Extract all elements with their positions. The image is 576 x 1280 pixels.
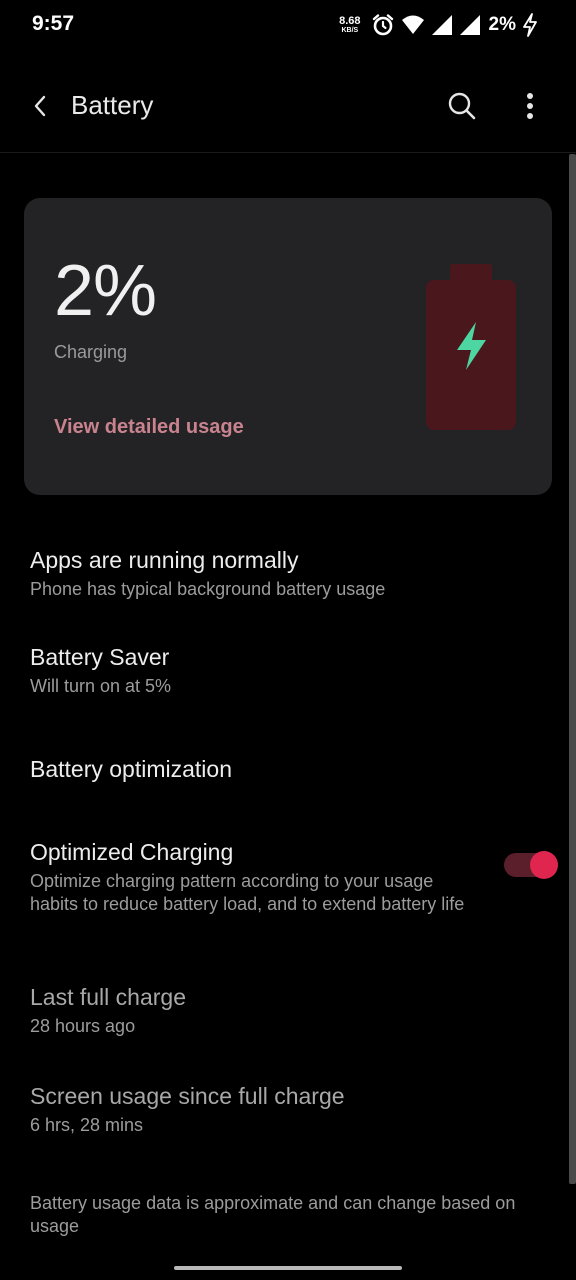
toggle-thumb	[530, 851, 558, 879]
battery-saver-subtitle: Will turn on at 5%	[30, 676, 172, 696]
app-bar: Battery	[0, 60, 576, 152]
battery-usage-note: Battery usage data is approximate and ca…	[30, 1193, 516, 1236]
battery-optimization-title: Battery optimization	[30, 756, 232, 782]
app-bar-divider	[0, 152, 576, 153]
signal-icon	[431, 15, 452, 35]
screen-usage-item: Screen usage since full charge 6 hrs, 28…	[30, 1082, 500, 1137]
status-bar: 9:57 8.68 KB/S 2%	[0, 0, 576, 50]
search-button[interactable]	[440, 84, 484, 128]
charging-status: Charging	[54, 342, 128, 362]
scrollbar[interactable]	[569, 154, 576, 1184]
network-speed-value: 8.68	[339, 15, 361, 27]
last-full-charge-item: Last full charge 28 hours ago	[30, 983, 500, 1038]
battery-percent-large: 2%	[54, 251, 157, 331]
more-options-button[interactable]	[510, 84, 550, 128]
back-button[interactable]	[22, 86, 58, 126]
signal-icon	[459, 15, 480, 35]
status-battery-percent: 2%	[488, 14, 516, 35]
apps-running-title: Apps are running normally	[30, 547, 299, 573]
apps-running-subtitle: Phone has typical background battery usa…	[30, 579, 386, 599]
battery-icon	[426, 264, 516, 430]
page-title: Battery	[71, 90, 154, 120]
battery-saver-item[interactable]: Battery Saver Will turn on at 5%	[30, 643, 500, 698]
alarm-icon	[372, 14, 393, 36]
more-vert-icon	[527, 93, 533, 119]
wifi-icon	[401, 15, 424, 34]
back-arrow-icon	[34, 95, 46, 117]
apps-running-item[interactable]: Apps are running normally Phone has typi…	[30, 546, 500, 601]
optimized-charging-toggle[interactable]	[504, 851, 558, 879]
battery-status-card: 2% Charging View detailed usage	[24, 198, 552, 495]
optimized-charging-item[interactable]: Optimized Charging Optimize charging pat…	[30, 838, 485, 916]
optimized-charging-title: Optimized Charging	[30, 839, 234, 865]
network-speed-unit: KB/S	[341, 27, 359, 34]
screen-usage-value: 6 hrs, 28 mins	[30, 1115, 144, 1135]
battery-saver-title: Battery Saver	[30, 644, 170, 670]
optimized-charging-subtitle: Optimize charging pattern according to y…	[30, 871, 465, 914]
screen-usage-title: Screen usage since full charge	[30, 1083, 345, 1109]
battery-optimization-item[interactable]: Battery optimization	[30, 755, 500, 783]
status-time: 9:57	[32, 12, 75, 35]
last-full-charge-value: 28 hours ago	[30, 1016, 136, 1036]
network-speed: 8.68 KB/S	[339, 15, 361, 35]
search-icon	[448, 92, 476, 120]
charging-bolt-icon	[523, 13, 537, 37]
gesture-nav-handle[interactable]	[174, 1266, 402, 1270]
status-icons: 8.68 KB/S 2%	[339, 12, 538, 38]
view-detailed-usage-link[interactable]: View detailed usage	[54, 416, 244, 439]
last-full-charge-title: Last full charge	[30, 984, 186, 1010]
